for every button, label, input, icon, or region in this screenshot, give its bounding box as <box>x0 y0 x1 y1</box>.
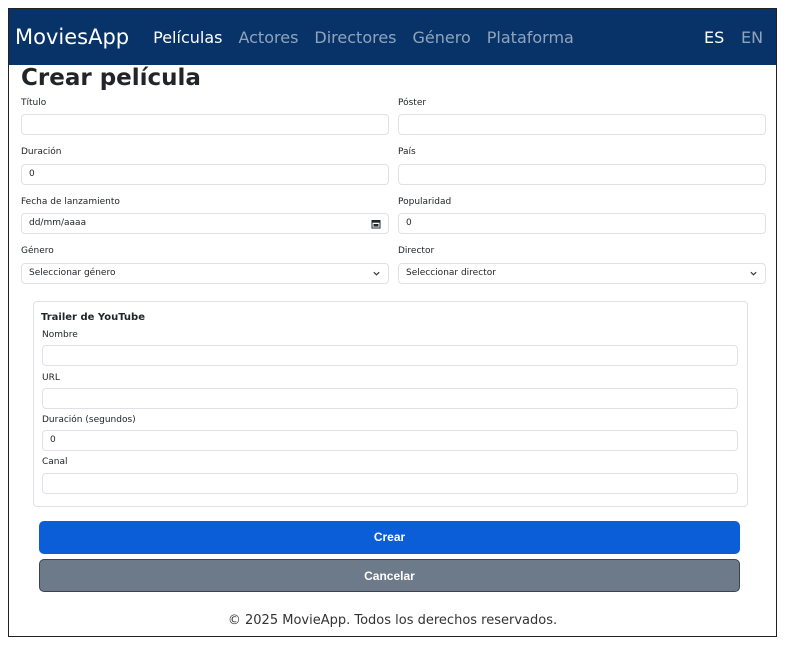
poster-input[interactable] <box>398 114 766 135</box>
pais-label: País <box>398 147 416 157</box>
titulo-input[interactable] <box>21 114 389 135</box>
page-title: Crear película <box>21 65 201 91</box>
fecha-label: Fecha de lanzamiento <box>21 197 120 207</box>
duracion-label: Duración <box>21 147 62 157</box>
genero-select[interactable]: Seleccionar género <box>21 263 389 284</box>
app-frame: MoviesApp Películas Actores Directores G… <box>8 8 777 637</box>
trailer-url-input[interactable] <box>42 388 738 409</box>
nav-link-actores[interactable]: Actores <box>238 28 298 47</box>
nav-link-plataforma[interactable]: Plataforma <box>487 28 574 47</box>
chevron-down-icon <box>373 271 380 276</box>
trailer-nombre-label: Nombre <box>42 330 78 340</box>
director-select[interactable]: Seleccionar director <box>398 263 766 284</box>
footer-text: © 2025 MovieApp. Todos los derechos rese… <box>227 613 558 628</box>
pais-input[interactable] <box>398 164 766 185</box>
cancel-button[interactable]: Cancelar <box>39 559 740 592</box>
navbar: MoviesApp Películas Actores Directores G… <box>9 9 776 65</box>
create-button[interactable]: Crear <box>39 521 740 554</box>
brand-logo[interactable]: MoviesApp <box>15 25 129 49</box>
director-selected: Seleccionar director <box>406 268 496 278</box>
popularidad-label: Popularidad <box>398 197 452 207</box>
trailer-nombre-input[interactable] <box>42 345 738 366</box>
chevron-down-icon <box>750 271 757 276</box>
genero-label: Género <box>21 246 54 256</box>
nav-link-genero[interactable]: Género <box>413 28 471 47</box>
trailer-card-title: Trailer de YouTube <box>41 312 145 323</box>
trailer-canal-label: Canal <box>42 457 68 467</box>
genero-selected: Seleccionar género <box>29 268 116 278</box>
trailer-canal-input[interactable] <box>42 473 738 494</box>
titulo-label: Título <box>21 98 47 108</box>
language-es[interactable]: ES <box>704 28 724 47</box>
fecha-value: dd/mm/aaaa <box>29 218 87 228</box>
director-label: Director <box>398 246 435 256</box>
fecha-input[interactable]: dd/mm/aaaa <box>21 213 389 234</box>
duracion-input[interactable]: 0 <box>21 164 389 185</box>
trailer-url-label: URL <box>42 373 60 383</box>
popularidad-input[interactable]: 0 <box>398 213 766 234</box>
language-en[interactable]: EN <box>741 28 763 47</box>
trailer-duracion-input[interactable]: 0 <box>42 430 738 451</box>
calendar-icon[interactable] <box>371 219 381 229</box>
nav-link-directores[interactable]: Directores <box>314 28 396 47</box>
trailer-duracion-label: Duración (segundos) <box>42 415 136 425</box>
poster-label: Póster <box>398 98 427 108</box>
nav-link-peliculas[interactable]: Películas <box>153 28 222 47</box>
